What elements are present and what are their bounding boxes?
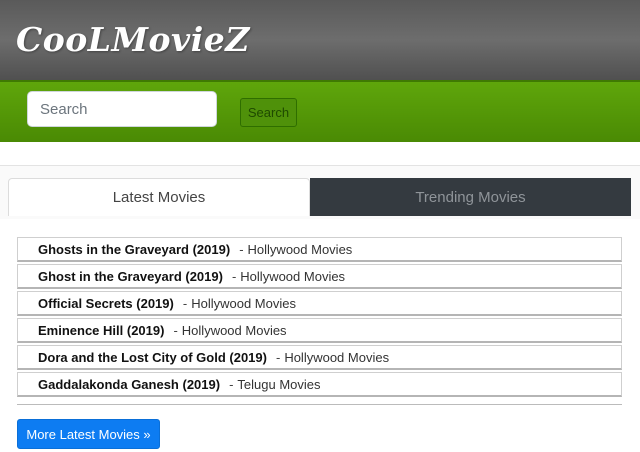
- movie-list: Ghosts in the Graveyard (2019) - Hollywo…: [17, 237, 622, 399]
- tab-bar: Latest Movies Trending Movies: [0, 165, 640, 219]
- movie-title: Ghosts in the Graveyard (2019): [38, 241, 231, 257]
- movie-list-item[interactable]: Official Secrets (2019) - Hollywood Movi…: [17, 291, 622, 316]
- search-bar: Search: [0, 80, 640, 142]
- movie-title: Eminence Hill (2019): [38, 322, 165, 338]
- movie-category: Hollywood Movies: [284, 349, 390, 365]
- movie-category: Hollywood Movies: [191, 295, 296, 311]
- movie-separator: -: [275, 349, 281, 365]
- tab-latest-movies[interactable]: Latest Movies: [8, 178, 310, 216]
- search-button[interactable]: Search: [240, 98, 297, 127]
- movie-title: Official Secrets (2019): [38, 295, 174, 311]
- movie-separator: -: [229, 376, 234, 392]
- movie-category: Hollywood Movies: [240, 268, 346, 284]
- site-logo[interactable]: CooLMovieZ: [16, 20, 250, 59]
- movie-title: Dora and the Lost City of Gold (2019): [38, 349, 267, 365]
- movie-list-item[interactable]: Dora and the Lost City of Gold (2019) - …: [17, 345, 622, 370]
- more-latest-movies-button[interactable]: More Latest Movies »: [17, 419, 160, 449]
- site-header: CooLMovieZ: [0, 0, 640, 80]
- movie-list-item[interactable]: Ghost in the Graveyard (2019) - Hollywoo…: [17, 264, 622, 289]
- movie-separator: -: [231, 268, 237, 284]
- movie-category: Hollywood Movies: [247, 241, 353, 257]
- movie-list-item[interactable]: Ghosts in the Graveyard (2019) - Hollywo…: [17, 237, 622, 262]
- list-divider: [17, 404, 622, 405]
- movie-title: Gaddalakonda Ganesh (2019): [38, 376, 221, 392]
- tab-trending-movies[interactable]: Trending Movies: [310, 178, 631, 216]
- movie-category: Telugu Movies: [237, 376, 321, 392]
- movie-list-item[interactable]: Eminence Hill (2019) - Hollywood Movies: [17, 318, 622, 343]
- movie-list-item[interactable]: Gaddalakonda Ganesh (2019) - Telugu Movi…: [17, 372, 622, 397]
- movie-separator: -: [173, 322, 178, 338]
- movie-separator: -: [182, 295, 188, 311]
- search-input[interactable]: [27, 91, 217, 127]
- movie-separator: -: [239, 241, 244, 257]
- movie-category: Hollywood Movies: [181, 322, 287, 338]
- movie-title: Ghost in the Graveyard (2019): [38, 268, 223, 284]
